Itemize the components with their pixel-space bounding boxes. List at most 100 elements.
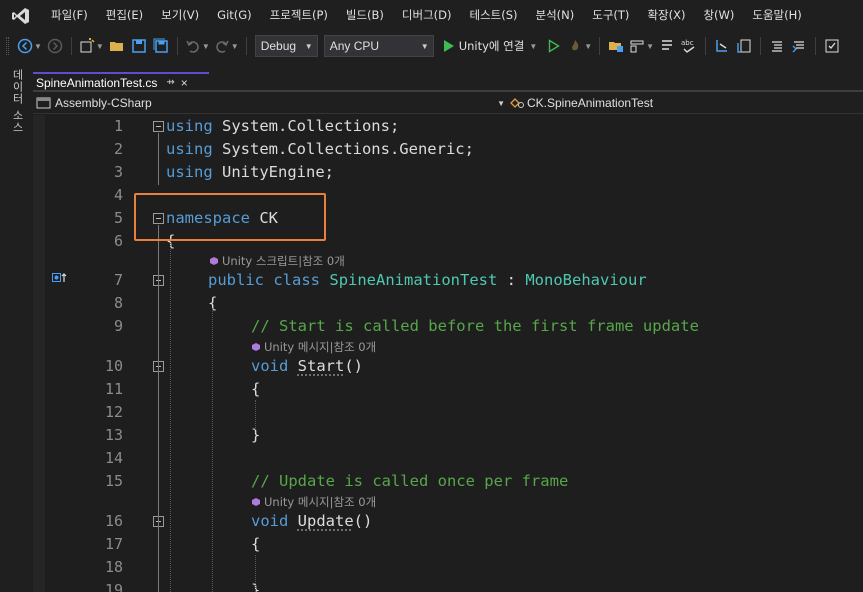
indent-guide [255,555,256,592]
code-text: void Update() [251,510,372,533]
code-token: () [344,357,364,375]
solution-platform-value: Any CPU [329,39,380,53]
solution-configuration-value: Debug [260,39,297,53]
keyword-token: using [166,163,213,181]
menu-item[interactable]: 분석(N) [527,0,584,31]
codelens-update[interactable]: Unity 메시지|참조 0개 [251,493,376,510]
menu-item[interactable]: 확장(X) [638,0,694,31]
save-icon[interactable] [130,35,148,57]
code-token: System.Collections.Generic; [212,140,474,158]
visual-studio-logo-icon[interactable] [0,0,42,31]
line-number: 6 [113,232,123,250]
member-dropdown[interactable]: CK.SpineAnimationTest [509,94,653,113]
start-without-debugging-icon[interactable] [545,35,563,57]
toolbar-separator [176,37,178,55]
chevron-down-icon[interactable]: ▼ [34,42,42,51]
navigate-back-icon[interactable]: ▼ [17,35,42,57]
line-number: 3 [113,163,123,181]
chevron-down-icon: ▼ [497,98,505,108]
code-token: { [251,380,261,398]
solution-explorer-icon[interactable] [607,35,625,57]
start-debugging-button[interactable]: Unity에 연결 ▼ [443,35,537,57]
comment-token: // Update is called once per frame [251,472,569,490]
code-editor[interactable]: 1 using System.Collections; 2 using System.… [33,115,863,592]
codelens-start-text: Unity 메시지|참조 0개 [264,339,377,354]
toolbar-separator [245,37,247,55]
keyword-token: class [273,271,321,289]
code-token: UnityEngine; [212,163,334,181]
code-text: using UnityEngine; [166,161,334,184]
tab-spine-animation-test[interactable]: SpineAnimationTest.cs ⇸ × [33,72,209,91]
menu-item[interactable]: 디버그(D) [393,0,461,31]
toolbar-grip[interactable] [6,37,9,55]
properties-icon[interactable] [658,35,676,57]
codelens-class[interactable]: Unity 스크립트|참조 0개 [209,252,345,269]
codelens-class-text: Unity 스크립트|참조 0개 [222,253,345,268]
chevron-down-icon[interactable]: ▼ [202,42,210,51]
solution-configuration-dropdown[interactable]: Debug ▼ [254,35,318,57]
line-number: 8 [113,294,123,312]
line-number: 5 [113,209,123,227]
menu-item[interactable]: 파일(F) [42,0,97,31]
code-token: System.Collections; [212,117,400,135]
class-margin-glyph-icon[interactable] [52,272,68,284]
codelens-update-text: Unity 메시지|참조 0개 [264,494,377,509]
line-number: 1 [113,117,123,135]
keyword-token: public [208,271,264,289]
code-text: // Update is called once per frame [251,470,568,493]
line-number: 9 [113,317,123,335]
svg-text:abc: abc [681,39,694,47]
hot-reload-icon[interactable]: ▼ [567,35,592,57]
feedback-icon[interactable] [823,35,841,57]
line-number: 17 [104,535,123,553]
chevron-down-icon[interactable]: ▼ [646,42,654,51]
chevron-down-icon[interactable]: ▼ [529,42,537,51]
menu-item[interactable]: 빌드(B) [337,0,393,31]
unity-cube-icon [252,342,260,351]
project-name: Assembly-CSharp [55,96,152,110]
document-tab-row: SpineAnimationTest.cs ⇸ × [33,61,863,92]
chevron-down-icon: ▼ [420,41,429,51]
collapse-toggle-icon[interactable] [153,121,164,132]
start-debugging-label: Unity에 연결 [458,39,525,53]
menu-item[interactable]: 프로젝트(P) [261,0,337,31]
save-all-icon[interactable] [152,35,170,57]
breakpoint-window-icon[interactable] [735,35,753,57]
indent-guide [212,308,213,592]
chevron-down-icon[interactable]: ▼ [96,42,104,51]
line-number: 15 [104,472,123,490]
keyword-token: void [251,357,289,375]
solution-platform-dropdown[interactable]: Any CPU ▼ [323,35,434,57]
outline-line [158,133,159,185]
codelens-start[interactable]: Unity 메시지|참조 0개 [251,338,376,355]
chevron-down-icon[interactable]: ▼ [231,42,239,51]
keyword-token: void [251,512,289,530]
spell-check-icon[interactable]: abc [680,35,698,57]
uncomment-lines-icon[interactable] [790,35,808,57]
new-project-icon[interactable]: ▼ [79,35,104,57]
navigate-forward-icon[interactable] [46,35,64,57]
open-folder-icon[interactable] [108,35,126,57]
close-icon[interactable]: × [181,76,188,90]
line-number: 11 [104,380,123,398]
menu-item[interactable]: 창(W) [694,0,743,31]
menu-item[interactable]: 테스트(S) [461,0,527,31]
step-into-icon[interactable] [713,35,731,57]
redo-icon[interactable]: ▼ [214,35,239,57]
toolbar-separator [70,37,72,55]
toolbar-separator [815,37,817,55]
menu-item[interactable]: Git(G) [208,0,261,31]
data-sources-tab[interactable]: 데이터 소스 [9,69,25,134]
indent-guide [170,239,171,592]
menu-item[interactable]: 편집(E) [97,0,152,31]
chevron-down-icon[interactable]: ▼ [584,42,592,51]
keyword-token: using [166,117,213,135]
pin-tab-icon[interactable]: ⇸ [166,77,174,88]
menu-item[interactable]: 도움말(H) [743,0,810,31]
comment-lines-icon[interactable] [768,35,786,57]
menu-item[interactable]: 도구(T) [583,0,638,31]
undo-icon[interactable]: ▼ [185,35,210,57]
toggle-view-icon[interactable]: ▼ [629,35,654,57]
project-dropdown[interactable]: Assembly-CSharp ▼ [33,94,505,113]
menu-item[interactable]: 보기(V) [152,0,208,31]
